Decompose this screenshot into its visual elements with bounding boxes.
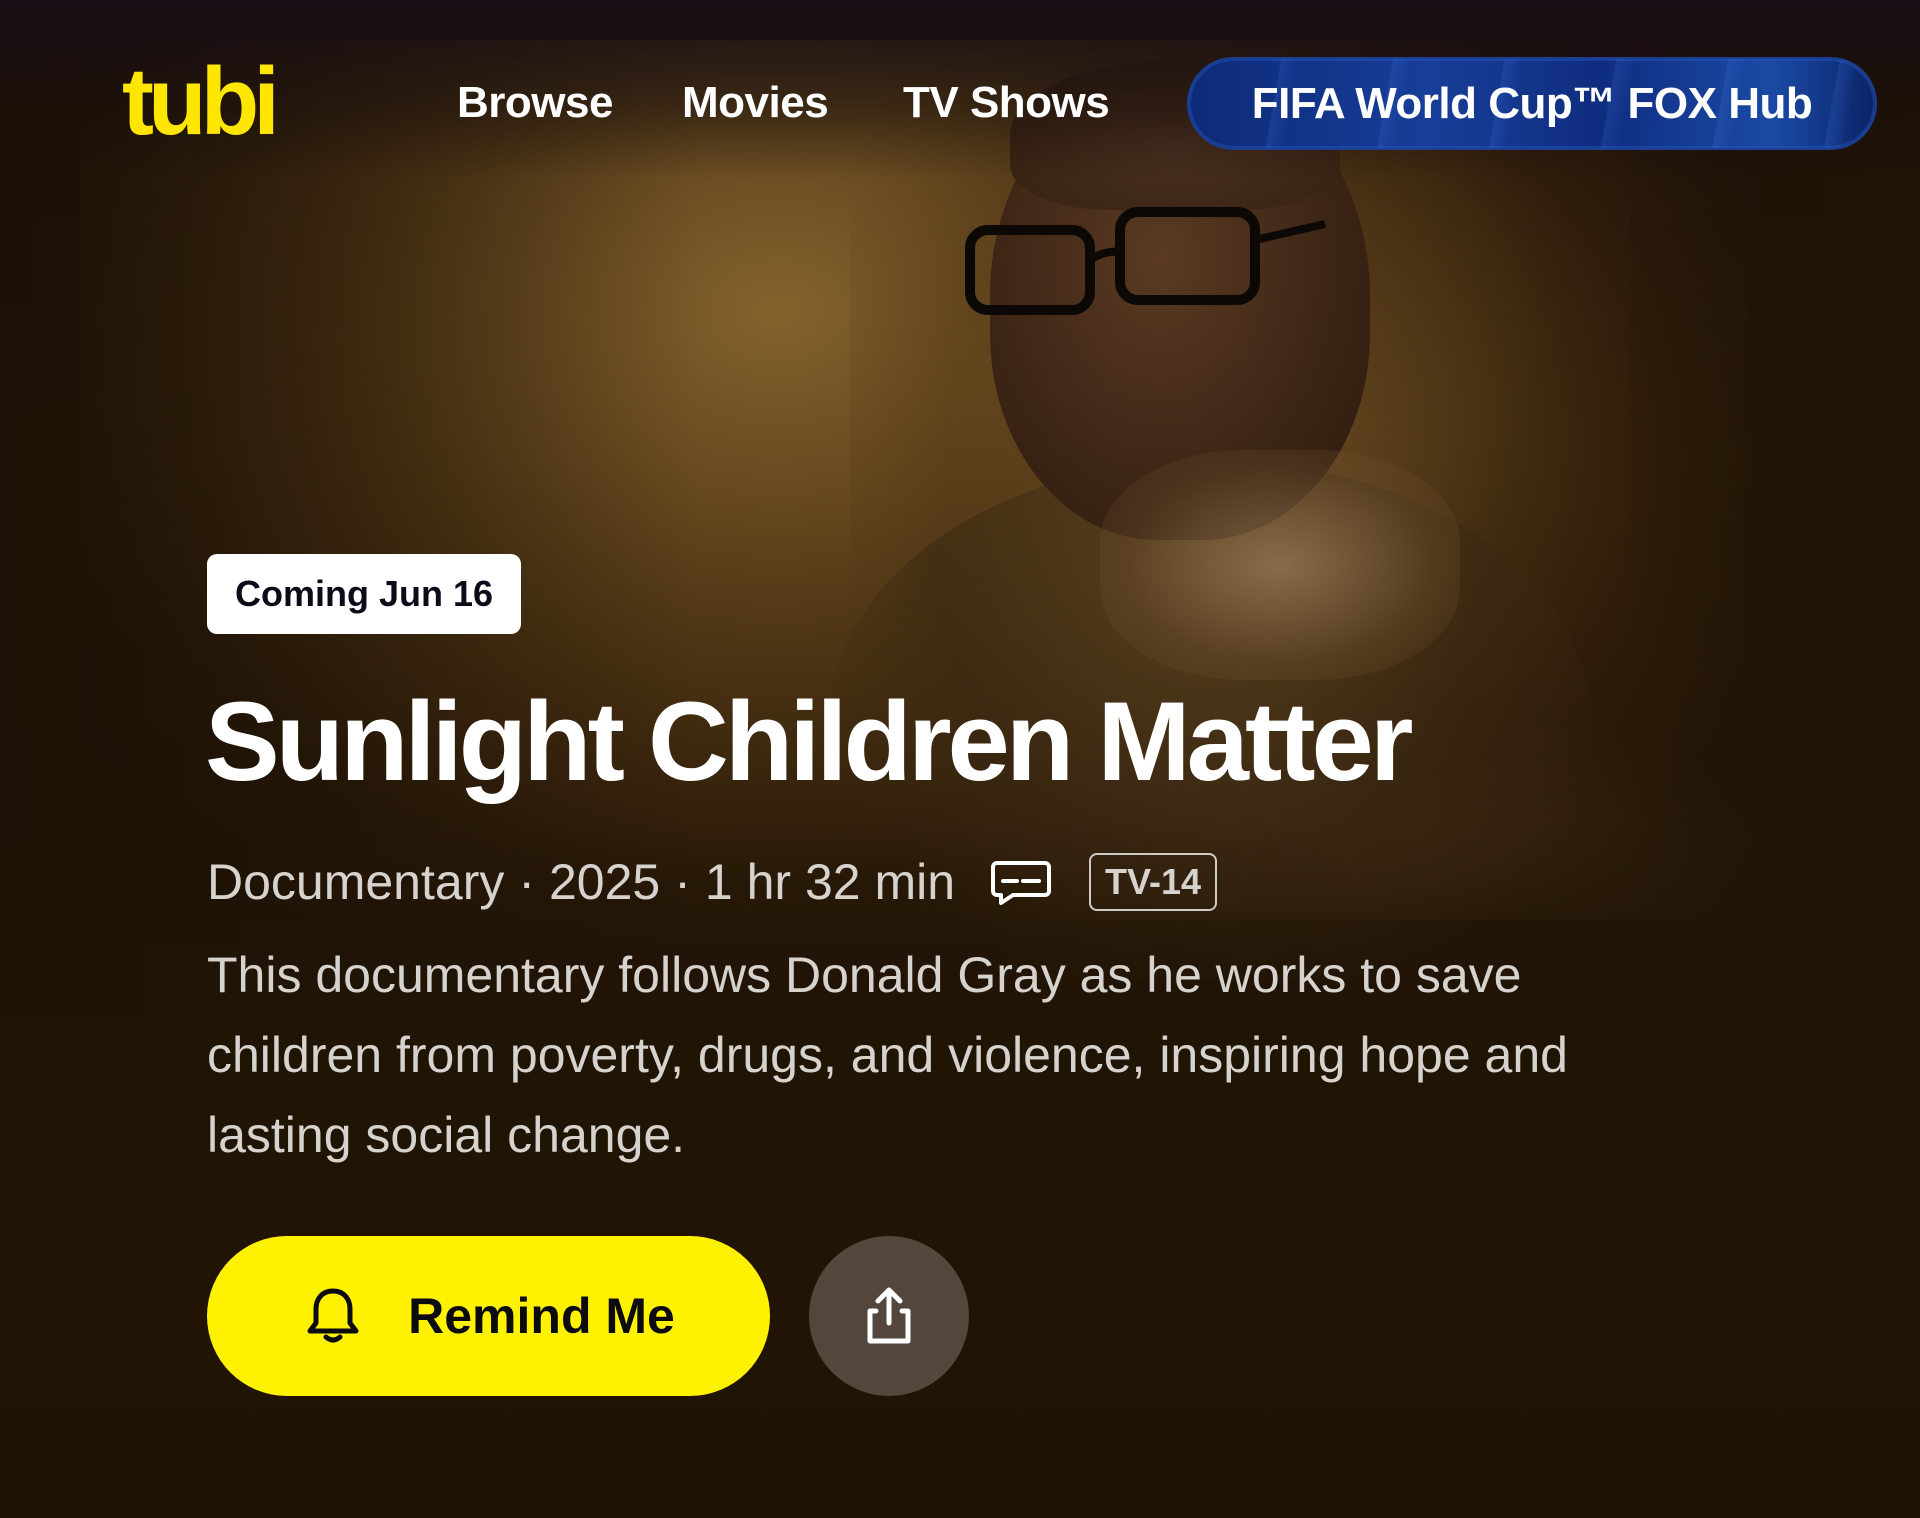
nav-tv-shows[interactable]: TV Shows bbox=[903, 78, 1110, 128]
portrait-collage bbox=[1100, 450, 1460, 680]
fifa-world-cup-hub-button[interactable]: FIFA World Cup™ FOX Hub bbox=[1187, 57, 1877, 150]
description: This documentary follows Donald Gray as … bbox=[207, 947, 1568, 1163]
separator: · bbox=[518, 854, 535, 910]
nav-browse[interactable]: Browse bbox=[457, 78, 613, 128]
coming-soon-badge: Coming Jun 16 bbox=[207, 554, 522, 634]
remind-me-button[interactable]: Remind Me bbox=[207, 1236, 770, 1396]
badge-label: Coming Jun 16 bbox=[235, 573, 494, 614]
genre: Documentary bbox=[207, 854, 505, 910]
fifa-hub-label: FIFA World Cup™ FOX Hub bbox=[1251, 78, 1813, 128]
duration: 1 hr 32 min bbox=[704, 854, 956, 910]
page: tubi Browse Movies TV Shows FIFA World C… bbox=[0, 0, 1920, 1518]
tubi-logo[interactable]: tubi bbox=[122, 60, 362, 150]
share-icon bbox=[867, 1287, 911, 1344]
top-navigation: tubi Browse Movies TV Shows FIFA World C… bbox=[0, 0, 1920, 210]
nav-movies[interactable]: Movies bbox=[682, 78, 829, 128]
content-rating: TV-14 bbox=[1089, 853, 1218, 911]
metadata-row: Documentary · 2025 · 1 hr 32 min TV-14 bbox=[207, 850, 1218, 914]
share-button[interactable] bbox=[809, 1236, 969, 1396]
bell-icon bbox=[307, 1288, 359, 1343]
closed-captions-icon bbox=[991, 861, 1052, 905]
logo-text: tubi bbox=[122, 60, 274, 150]
separator: · bbox=[674, 854, 691, 910]
title: Sunlight Children Matter bbox=[205, 679, 1413, 804]
remind-me-label: Remind Me bbox=[408, 1288, 675, 1344]
release-year: 2025 bbox=[549, 854, 661, 910]
portrait-glasses bbox=[965, 207, 1326, 315]
